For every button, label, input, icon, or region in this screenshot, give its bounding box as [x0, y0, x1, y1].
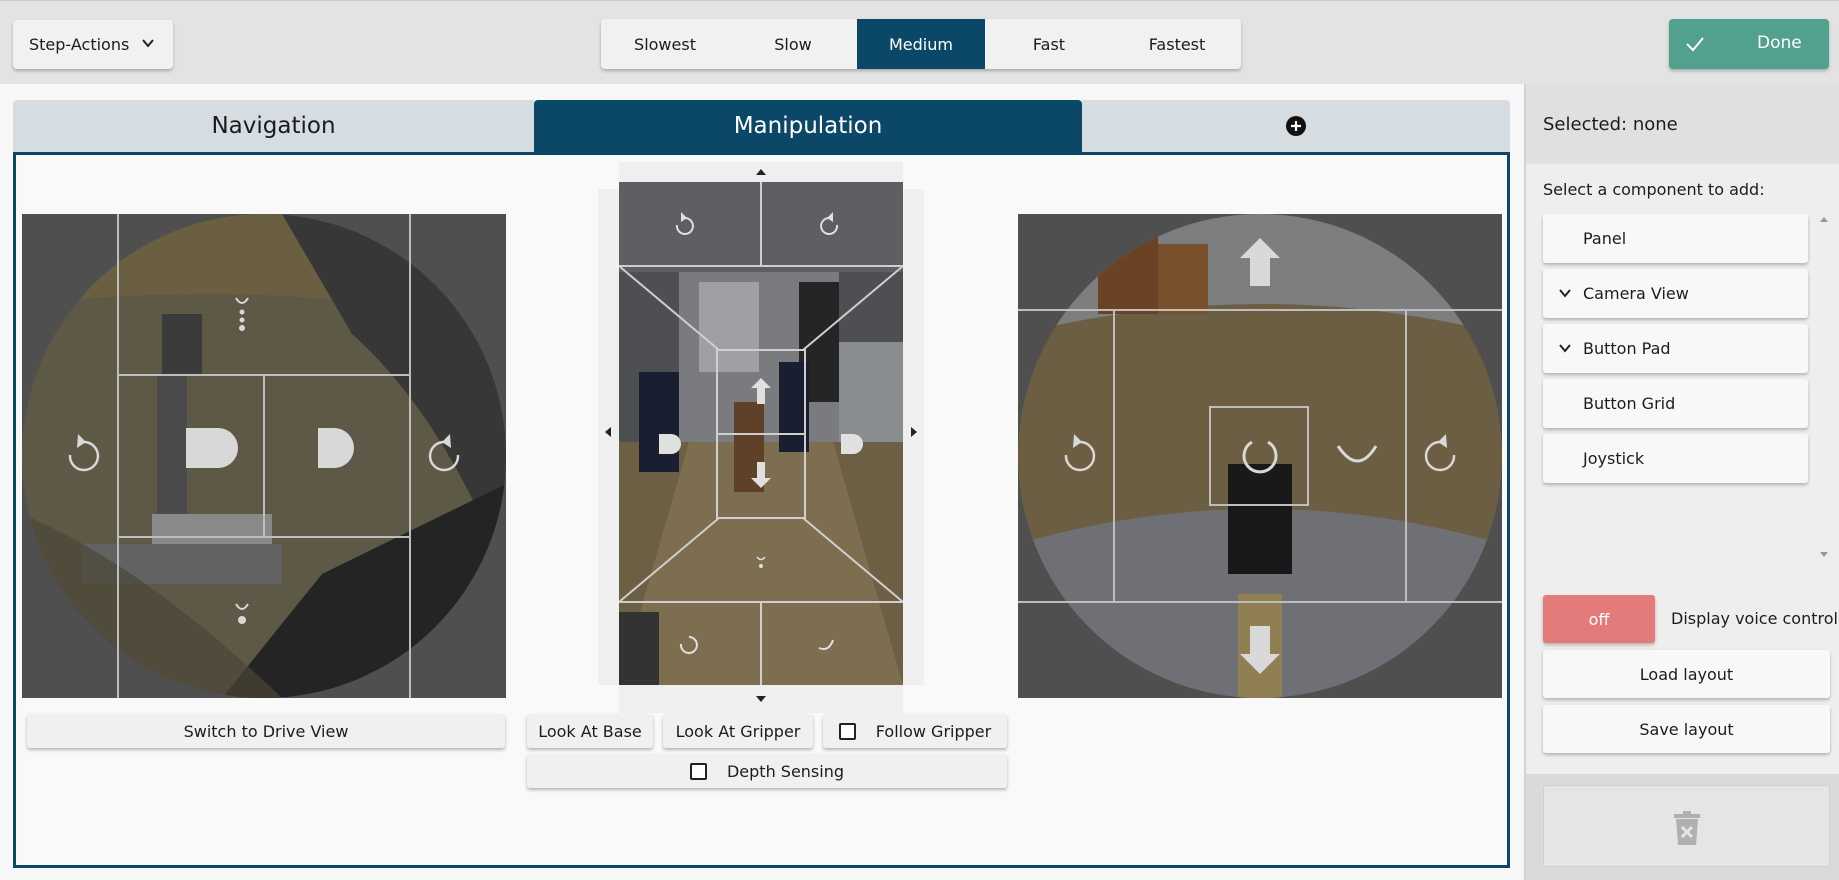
component-label: Button Pad: [1583, 339, 1671, 358]
scroll-down-icon: [1820, 552, 1828, 557]
trash-icon: [1674, 811, 1700, 845]
speed-fast-button[interactable]: Fast: [985, 19, 1113, 69]
plus-circle-icon: [1286, 116, 1306, 136]
add-component-label: Select a component to add:: [1543, 180, 1765, 199]
save-layout-button[interactable]: Save layout: [1543, 705, 1830, 753]
component-label: Button Grid: [1583, 394, 1676, 413]
speed-slowest-button[interactable]: Slowest: [601, 19, 729, 69]
voice-control-label: Display voice control: [1671, 609, 1838, 628]
pan-right-button[interactable]: [903, 189, 924, 685]
step-actions-label: Step-Actions: [29, 35, 130, 54]
pan-up-button[interactable]: [619, 162, 903, 182]
chevron-down-icon: [142, 39, 154, 48]
chevron-down-icon: [1559, 344, 1571, 353]
component-list: Panel Camera View Button Pad Button Grid…: [1543, 214, 1808, 489]
depth-sensing-label: Depth Sensing: [726, 761, 845, 781]
main-area: Navigation Manipulation Switch to Drive …: [0, 84, 1524, 880]
follow-gripper-label: Follow Gripper: [875, 721, 992, 741]
base-camera-view[interactable]: [22, 214, 506, 698]
follow-gripper-checkbox[interactable]: [838, 722, 856, 740]
speed-fastest-button[interactable]: Fastest: [1113, 19, 1241, 69]
speed-selector: Slowest Slow Medium Fast Fastest: [601, 19, 1241, 69]
gripper-camera-view[interactable]: [1018, 214, 1502, 698]
base-camera-image: [22, 214, 506, 698]
caret-right-icon: [911, 427, 917, 437]
head-camera-image: [619, 182, 903, 685]
step-actions-dropdown[interactable]: Step-Actions: [13, 20, 173, 69]
caret-down-icon: [756, 696, 766, 702]
component-label: Camera View: [1583, 284, 1689, 303]
tab-bar: Navigation Manipulation: [13, 100, 1510, 152]
component-joystick[interactable]: Joystick: [1543, 434, 1808, 483]
switch-drive-view-button[interactable]: Switch to Drive View: [27, 714, 505, 748]
head-camera-view[interactable]: [619, 182, 903, 685]
gripper-camera-image: [1018, 214, 1502, 698]
depth-sensing-checkbox[interactable]: [689, 762, 707, 780]
tab-navigation[interactable]: Navigation: [13, 100, 534, 152]
pan-down-button[interactable]: [619, 685, 903, 713]
look-at-gripper-button[interactable]: Look At Gripper: [663, 714, 813, 748]
speed-medium-button[interactable]: Medium: [857, 19, 985, 69]
check-icon: [1686, 37, 1704, 52]
voice-control-toggle[interactable]: off: [1543, 595, 1655, 643]
load-layout-button[interactable]: Load layout: [1543, 650, 1830, 698]
depth-sensing-toggle[interactable]: Depth Sensing: [527, 754, 1007, 788]
follow-gripper-toggle[interactable]: Follow Gripper: [823, 714, 1007, 748]
component-button-grid[interactable]: Button Grid: [1543, 379, 1808, 428]
manipulation-panel: Switch to Drive View Look At Base Look A…: [13, 152, 1510, 868]
component-panel[interactable]: Panel: [1543, 214, 1808, 263]
voice-control-row: off Display voice control: [1543, 595, 1839, 644]
delete-component-button[interactable]: [1543, 785, 1830, 867]
caret-left-icon: [605, 427, 611, 437]
component-list-scrollbar[interactable]: [1817, 214, 1829, 560]
done-label: Done: [1757, 33, 1802, 53]
component-label: Joystick: [1583, 449, 1645, 468]
tab-manipulation[interactable]: Manipulation: [534, 100, 1082, 152]
layout-sidebar: Selected: none Select a component to add…: [1524, 84, 1839, 880]
scroll-up-icon: [1820, 217, 1828, 222]
component-camera-view[interactable]: Camera View: [1543, 269, 1808, 318]
component-label: Panel: [1583, 229, 1627, 248]
pan-left-button[interactable]: [598, 189, 619, 685]
chevron-down-icon: [1559, 289, 1571, 298]
component-button-pad[interactable]: Button Pad: [1543, 324, 1808, 373]
done-button[interactable]: Done: [1669, 19, 1829, 69]
look-at-base-button[interactable]: Look At Base: [527, 714, 653, 748]
top-toolbar: Step-Actions Slowest Slow Medium Fast Fa…: [0, 0, 1839, 84]
speed-slow-button[interactable]: Slow: [729, 19, 857, 69]
selected-component-label: Selected: none: [1526, 84, 1839, 164]
caret-up-icon: [756, 169, 766, 175]
add-tab-button[interactable]: [1082, 100, 1510, 152]
